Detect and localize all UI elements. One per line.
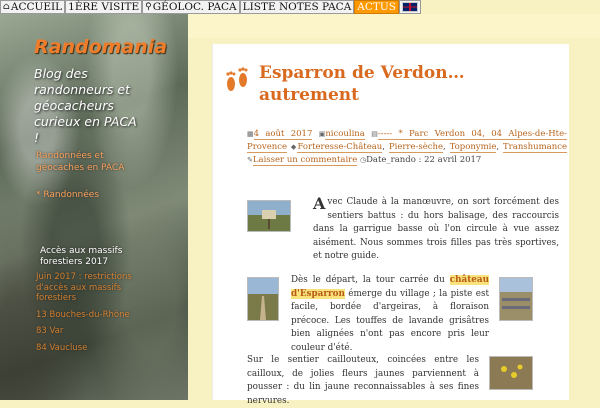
- sidebar-link-randonnees-geocaches[interactable]: Randonnées et géocaches en PACA: [36, 150, 136, 174]
- uk-flag-icon: [401, 2, 418, 12]
- nav-english[interactable]: [398, 0, 421, 14]
- widget-item[interactable]: 83 Var: [36, 326, 148, 337]
- map-pin-icon: ⚲: [145, 2, 152, 12]
- paragraph-1: Avec Claude à la manœuvre, on sort forcé…: [313, 194, 559, 262]
- footprints-icon: [226, 67, 248, 91]
- nav-label: ACCUEIL: [10, 1, 63, 13]
- tag-link[interactable]: Pierre-sèche: [388, 142, 444, 153]
- widget-item[interactable]: 84 Vaucluse: [36, 343, 148, 354]
- post-title[interactable]: Esparron de Verdon… autrement: [259, 62, 539, 106]
- nav-geoloc[interactable]: ⚲ GÉOLOC. PACA: [142, 0, 240, 14]
- comment-link[interactable]: Laisser un commentaire: [252, 155, 358, 166]
- photo-path[interactable]: [247, 277, 279, 321]
- nav-label: LISTE NOTES PACA: [242, 1, 352, 13]
- widget-list: Juin 2017 : restrictions d'accès aux mas…: [36, 272, 148, 359]
- photo-lavender[interactable]: [499, 277, 533, 321]
- top-navigation: ⌂ ACCUEIL 1ÈRE VISITE ⚲ GÉOLOC. PACA LIS…: [0, 0, 421, 14]
- nav-label: GÉOLOC. PACA: [152, 1, 237, 13]
- site-title[interactable]: Randomania: [34, 36, 167, 58]
- home-icon: ⌂: [3, 2, 10, 12]
- post-content: Esparron de Verdon… autrement ▦4 août 20…: [212, 44, 569, 406]
- tag-link[interactable]: Toponymie: [449, 142, 497, 153]
- calendar-icon: ▦: [247, 130, 254, 138]
- sidebar-link-randonnees[interactable]: * Randonnées: [36, 190, 99, 200]
- widget-item[interactable]: 13 Bouches-du-Rhône: [36, 310, 148, 321]
- post-date[interactable]: 4 août 2017: [253, 129, 313, 140]
- date-rando: Date_rando : 22 avril 2017: [366, 155, 482, 165]
- tag-link[interactable]: Transhumance: [503, 142, 567, 153]
- header-strip: [188, 14, 600, 38]
- sidebar: Randomania Blog des randonneurs et géoca…: [0, 14, 188, 400]
- post-author[interactable]: nicoulina: [325, 129, 365, 140]
- tag-link[interactable]: Forteresse-Château: [297, 142, 383, 153]
- nav-premiere-visite[interactable]: 1ÈRE VISITE: [65, 0, 143, 14]
- nav-actus[interactable]: ACTUS: [354, 0, 399, 14]
- paragraph-2: Dès le départ, la tour carrée du château…: [291, 275, 489, 353]
- photo-yellow-flowers[interactable]: [489, 356, 533, 390]
- widget-title: Accès aux massifs forestiers 2017: [40, 246, 123, 267]
- post-meta: ▦4 août 2017 ▣nicoulina ▤----- * Parc Ve…: [247, 129, 568, 166]
- nav-liste-notes[interactable]: LISTE NOTES PACA: [239, 0, 355, 14]
- comment-icon: ✎: [247, 156, 253, 164]
- photo-signpost[interactable]: [247, 200, 291, 232]
- site-description: Blog des randonneurs et géocacheurs curi…: [34, 66, 137, 145]
- folder-icon: ▤: [371, 130, 378, 138]
- nav-accueil[interactable]: ⌂ ACCUEIL: [0, 0, 66, 14]
- nav-label: 1ÈRE VISITE: [68, 1, 140, 13]
- widget-item[interactable]: Juin 2017 : restrictions d'accès aux mas…: [36, 272, 148, 304]
- nav-label: ACTUS: [357, 1, 396, 13]
